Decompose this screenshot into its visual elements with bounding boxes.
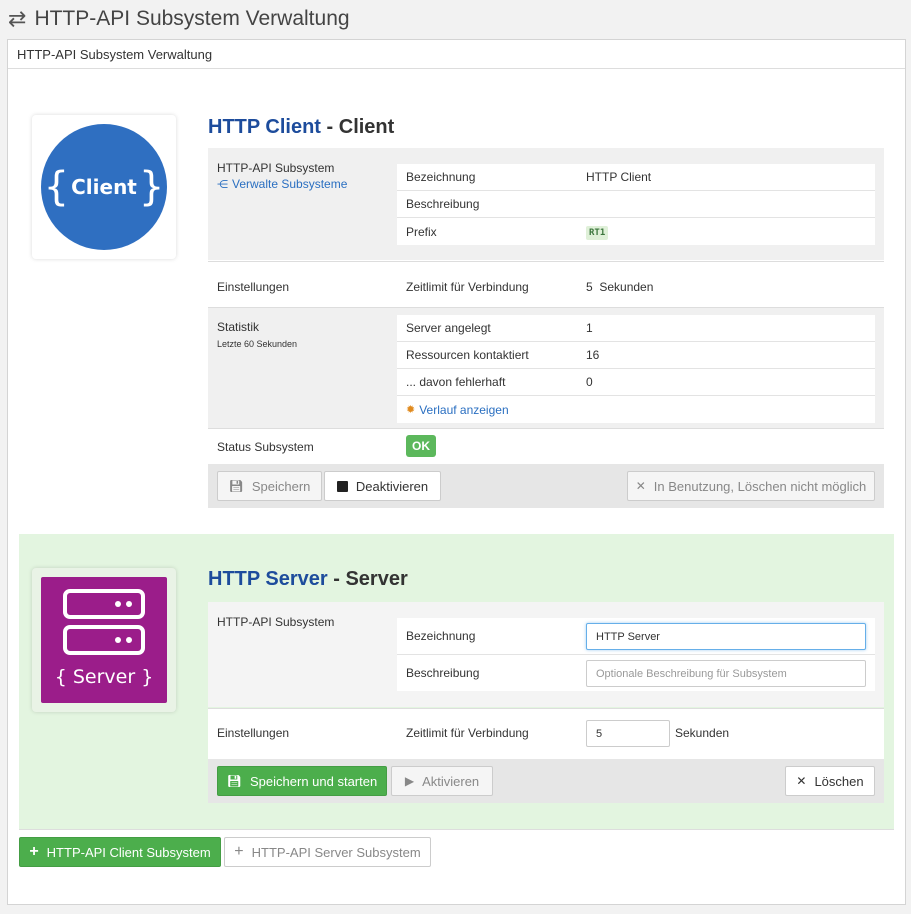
deactivate-button[interactable]: Deaktivieren [324,471,441,501]
server-settings-label: Einstellungen [217,726,290,740]
panel-heading: HTTP-API Subsystem Verwaltung [8,40,905,69]
plus-icon: + [234,843,244,860]
table-row: Prefix RT1 [397,218,875,245]
svg-text:{ Server }: { Server } [55,666,154,688]
server-settings-section: Einstellungen Zeitlimit für Verbindung 5… [208,709,884,759]
prefix-badge: RT1 [586,225,609,240]
client-timeout-label: Zeitlimit für Verbindung [406,280,529,294]
delete-disabled-button[interactable]: ✕ In Benutzung, Löschen nicht möglich [627,471,875,501]
client-title: HTTP Client - Client [208,116,395,138]
activate-button[interactable]: ▶ Aktivieren [391,766,493,796]
save-icon: 💾︎ [226,774,243,788]
client-stats-table: Server angelegt 1 Ressourcen kontaktiert 1… [397,315,875,423]
table-row: ... davon fehlerhaft 0 [397,369,875,396]
status-label: Status Subsystem [217,440,314,454]
client-stats-section: Statistik Letzte 60 Sekunden Server ange… [208,308,884,428]
client-settings-label: Einstellungen [217,280,290,294]
server-timeout-unit: Sekunden [675,726,730,740]
client-logo-circle: {Client} [41,124,167,250]
save-icon: 💾︎ [228,479,244,493]
server-timeout-label: Zeitlimit für Verbindung [406,726,529,740]
server-description-input[interactable]: Optionale Beschreibung für Subsystem [586,660,866,687]
history-link[interactable]: ✹ Verlauf anzeigen [406,403,509,417]
server-timeout-input[interactable]: 5 [586,720,670,747]
manage-subsystems-link[interactable]: ⋲ Verwalte Subsysteme [217,177,347,191]
server-main-section: HTTP-API Subsystem Bezeichnung Beschreib… [208,602,884,707]
subsystem-label: HTTP-API Subsystem [217,161,335,175]
client-info-table: Bezeichnung HTTP Client Beschreibung Pref… [397,164,875,245]
status-ok-badge: OK [406,435,436,457]
server-title: HTTP Server - Server [208,568,408,590]
table-row: Server angelegt 1 [397,315,875,342]
server-logo: { Server } [32,568,176,712]
add-client-subsystem-button[interactable]: + HTTP-API Client Subsystem [19,837,221,867]
stats-sublabel: Letzte 60 Sekunden [217,339,298,349]
stats-label: Statistik [217,320,260,334]
server-name-input[interactable]: HTTP Server [586,623,866,650]
page-title: HTTP-API Subsystem Verwaltung [34,7,350,30]
play-icon: ▶ [404,774,415,788]
add-server-subsystem-button[interactable]: + HTTP-API Server Subsystem [224,837,431,867]
server-form-table: Bezeichnung Beschreibung HTTP Server Opt… [397,618,875,691]
server-subsystem: { Server } HTTP Server - Server HTTP-API… [19,534,894,829]
table-row: Bezeichnung HTTP Client [397,164,875,191]
exchange-icon: ⇄ [8,6,27,31]
save-button[interactable]: 💾︎ Speichern [217,471,322,501]
save-and-start-button[interactable]: 💾︎ Speichern und starten [217,766,387,796]
delete-button[interactable]: ✕ Löschen [785,766,875,796]
client-logo: {Client} [32,115,176,259]
history-link-row: ✹ Verlauf anzeigen [397,396,875,423]
server-icon: { Server } [55,589,154,688]
history-icon: ✹ [406,404,416,416]
client-timeout-value: 5 Sekunden [586,280,654,294]
table-row: Beschreibung [397,191,875,218]
client-main-section: HTTP-API Subsystem ⋲ Verwalte Subsysteme… [208,148,884,260]
page-header: ⇄ HTTP-API Subsystem Verwaltung [8,4,350,34]
close-icon: ✕ [635,479,646,493]
server-logo-square: { Server } [41,577,167,703]
main-panel: HTTP-API Subsystem Verwaltung {Client} H… [7,39,906,905]
sitemap-icon: ⋲ [217,178,228,191]
server-subsystem-label: HTTP-API Subsystem [217,615,335,629]
table-row: Ressourcen kontaktiert 16 [397,342,875,369]
stop-icon [336,480,348,492]
close-icon: ✕ [796,774,807,788]
plus-icon: + [29,843,39,860]
